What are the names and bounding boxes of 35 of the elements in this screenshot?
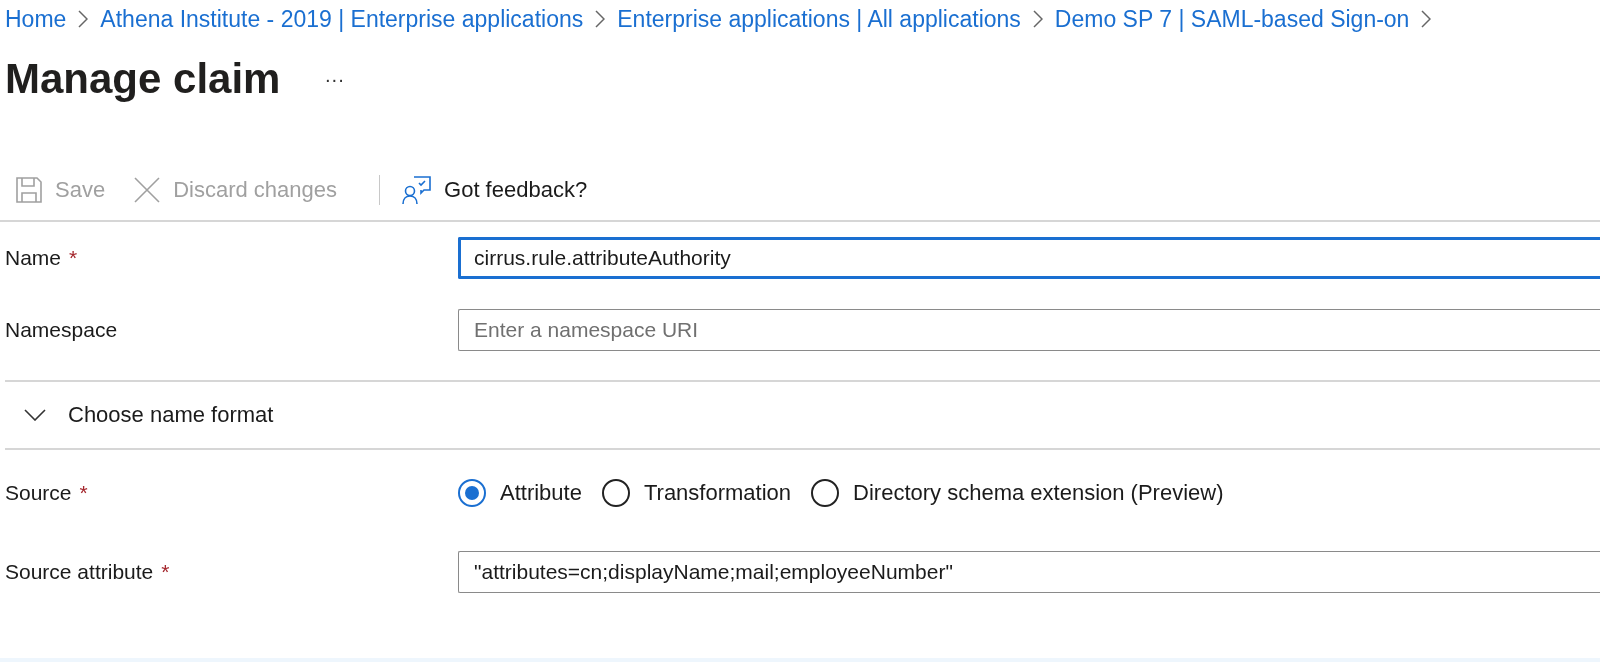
more-options[interactable]: ··· [324, 67, 345, 91]
breadcrumb-link[interactable]: Home [5, 5, 67, 33]
input-field[interactable]: cirrus.rule.attributeAuthority [458, 237, 1600, 279]
chevron-right-icon [78, 10, 89, 28]
save-icon [15, 176, 43, 204]
breadcrumb-link[interactable]: Athena Institute - 2019 | Enterprise applications [100, 5, 584, 33]
required-asterisk: * [161, 560, 170, 583]
radio-button[interactable] [601, 479, 630, 507]
radio-option[interactable]: Directory schema extension (Preview) [811, 479, 1224, 507]
feedback-button[interactable]: Got feedback? [402, 170, 602, 210]
radio-label: Transformation [643, 480, 792, 506]
chevron-right-icon [1421, 10, 1432, 28]
field-label: Source attribute * [4, 560, 171, 584]
required-asterisk: * [79, 481, 88, 504]
page-title: Manage claim [5, 55, 281, 103]
breadcrumb-link[interactable]: Enterprise applications | All applications [617, 5, 1021, 33]
radio-label: Attribute [500, 480, 582, 506]
field-label: Name * [4, 246, 79, 270]
person-chat-icon [402, 175, 433, 205]
radio-button[interactable] [811, 479, 840, 507]
radio-button[interactable] [458, 479, 486, 507]
input-field[interactable]: "attributes=cn;displayName;mail;employeeNumber" [458, 551, 1600, 593]
field-label: Source * [4, 481, 89, 505]
chevron-icon [24, 409, 46, 421]
chevron-right-icon [595, 10, 606, 28]
radio-option[interactable]: Transformation [601, 479, 792, 507]
close-icon [133, 176, 162, 204]
field-label: Namespace [4, 318, 119, 342]
input-field[interactable]: Enter a namespace URI [458, 309, 1600, 351]
breadcrumb-link[interactable]: Demo SP 7 | SAML-based Sign-on [1054, 5, 1410, 33]
radio-label: Directory schema extension (Preview) [853, 480, 1224, 506]
chevron-right-icon [1032, 10, 1043, 28]
required-asterisk: * [69, 246, 78, 269]
radio-option[interactable]: Attribute [458, 479, 582, 507]
section-toggle[interactable]: Choose name format [0, 382, 274, 448]
